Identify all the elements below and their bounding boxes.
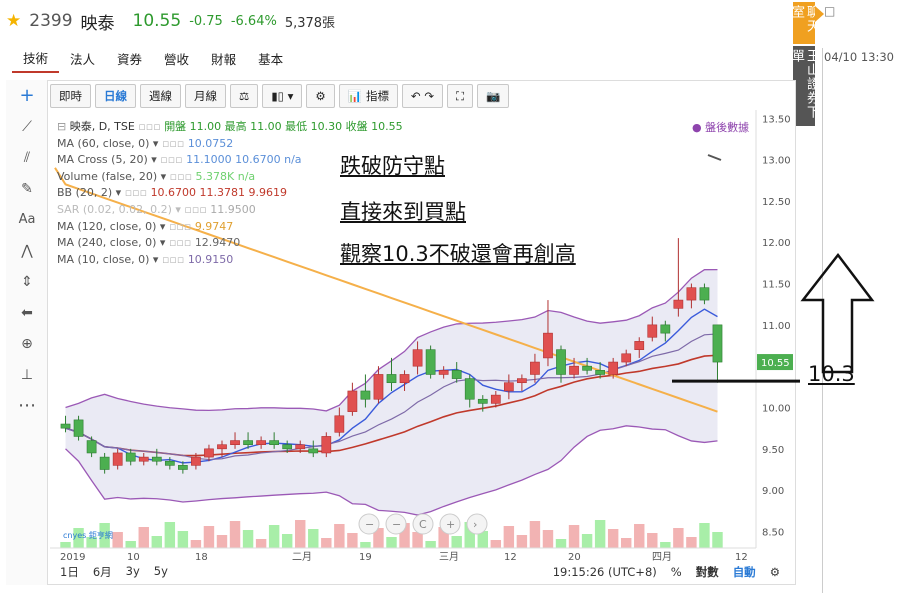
legend-ohlc: 開盤 11.00 最高 11.00 最低 10.30 收盤 10.55: [164, 120, 403, 133]
range-button-0[interactable]: 1日: [60, 564, 79, 580]
auto-toggle[interactable]: 自動: [733, 564, 756, 580]
intraday-button[interactable]: 即時: [50, 84, 91, 108]
log-toggle[interactable]: 對數: [696, 564, 719, 580]
indicator-icon: 📊: [347, 89, 363, 103]
range-button-2[interactable]: 3y: [126, 564, 140, 580]
indicator-label: 指標: [366, 89, 390, 103]
tab-4[interactable]: 財報: [200, 45, 247, 72]
volume-lots: 5,378張: [284, 15, 336, 31]
legend-row-value: 11.9500: [210, 202, 256, 216]
ruler-icon[interactable]: ⊥: [6, 359, 48, 390]
bottom-bar: 1日 6月 3y 5y 19:15:26 (UTC+8) % 對數 自動 ⚙: [50, 562, 790, 582]
legend-row-label: MA (60, close, 0) ▾: [57, 136, 162, 150]
chart-toolbar: 即時 日線 週線 月線 ⚖ ▮▯ ▾ ⚙ 📊 指標 ↶ ↷ ⛶ 📷: [50, 82, 510, 110]
legend-row-label: SAR (0.02, 0.02, 0.2) ▾: [57, 202, 185, 216]
annotation-level-label: 10.3: [808, 362, 855, 386]
legend-row-label: MA (240, close, 0) ▾: [57, 236, 169, 250]
daily-button[interactable]: 日線: [95, 84, 136, 108]
percent-toggle[interactable]: %: [671, 565, 682, 579]
camera-icon[interactable]: 📷: [477, 84, 510, 108]
weekly-button[interactable]: 週線: [140, 84, 181, 108]
tab-5[interactable]: 基本: [247, 45, 294, 72]
more-tools-icon[interactable]: ⋯: [6, 390, 48, 421]
clock: 19:15:26 (UTC+8): [552, 565, 657, 579]
trend-line-tool-icon[interactable]: ⟋: [6, 111, 48, 142]
last-price: 10.55: [132, 11, 182, 31]
drawing-toolbar: + ⟋ ⫽ ✎ Aa ⋀ ⇕ ⬅ ⊕ ⊥ ⋯: [6, 80, 48, 585]
legend-row-value: 11.1000 10.6700 n/a: [186, 153, 302, 167]
side-divider: [822, 48, 823, 593]
section-tabs: 技術 法人 資券 營收 財報 基本: [0, 44, 790, 73]
crosshair-tool-icon[interactable]: +: [6, 80, 48, 111]
monthly-button[interactable]: 月線: [185, 84, 226, 108]
after-hours-data-label[interactable]: ● 盤後數據: [692, 119, 749, 135]
text-tool-icon[interactable]: Aa: [6, 204, 48, 235]
annotation-line-2: 直接來到買點: [340, 200, 466, 224]
top-header: ★ 2399 映泰 10.55 -0.75 -6.64% 5,378張: [0, 0, 790, 42]
after-hours-dot-icon: ●: [692, 121, 702, 134]
legend-row-value: 5.378K n/a: [195, 169, 256, 183]
legend-row-label: MA (120, close, 0) ▾: [57, 219, 169, 233]
indicator-button[interactable]: 📊 指標: [338, 84, 399, 108]
legend-symbol: 映泰, D, TSE: [69, 120, 135, 133]
undo-icon[interactable]: ↶ ↷: [402, 84, 443, 108]
legend-row-value: 9.9747: [194, 219, 234, 233]
range-button-3[interactable]: 5y: [154, 564, 168, 580]
legend-row-value: 10.6700 11.3781 9.9619: [150, 186, 288, 200]
side-panel-edge: □: [824, 4, 836, 18]
legend-row-label: MA (10, close, 0) ▾: [57, 252, 162, 266]
legend-row-label: Volume (false, 20) ▾: [57, 169, 170, 183]
stock-name: 映泰: [80, 13, 115, 34]
legend-row-value: 10.9150: [187, 252, 234, 266]
tab-3[interactable]: 營收: [153, 45, 200, 72]
chat-expand-arrow-icon[interactable]: [815, 6, 824, 22]
annotation-line-1: 跌破防守點: [340, 154, 445, 178]
range-button-1[interactable]: 6月: [93, 564, 112, 580]
measure-tool-icon[interactable]: ⇕: [6, 266, 48, 297]
compare-scale-icon[interactable]: ⚖: [230, 84, 259, 108]
range-buttons: 1日 6月 3y 5y: [50, 564, 168, 580]
quote-datetime: 04/10 13:30: [824, 50, 894, 64]
legend-row-label: MA Cross (5, 20) ▾: [57, 153, 161, 167]
legend-row-value: 10.0752: [187, 136, 234, 150]
favorite-star-icon[interactable]: ★: [6, 11, 21, 31]
tab-2[interactable]: 資券: [106, 45, 153, 72]
stock-code: 2399: [29, 11, 73, 31]
esun-order-button[interactable]: 玉山證券下單: [789, 46, 819, 126]
price-change-percent: -6.64%: [230, 13, 277, 29]
legend-row-value: 12.9470: [194, 236, 241, 250]
annotation-line-3: 觀察10.3不破還會再創高: [340, 242, 576, 266]
tab-0[interactable]: 技術: [12, 44, 60, 73]
price-change: -0.75: [189, 13, 223, 29]
tab-1[interactable]: 法人: [59, 45, 106, 72]
back-arrow-icon[interactable]: ⬅: [6, 297, 48, 328]
candle-style-icon[interactable]: ▮▯ ▾: [262, 84, 303, 108]
up-arrow-icon: [800, 252, 875, 374]
fib-tool-icon[interactable]: ⫽: [6, 142, 48, 173]
legend-row-label: BB (20, 2) ▾: [57, 186, 125, 200]
fullscreen-icon[interactable]: ⛶: [446, 84, 474, 108]
brush-tool-icon[interactable]: ✎: [6, 173, 48, 204]
legend-main: ⊟ 映泰, D, TSE ▫▫▫ 開盤 11.00 最高 11.00 最低 10…: [57, 120, 403, 133]
pattern-tool-icon[interactable]: ⋀: [6, 235, 48, 266]
zoom-icon[interactable]: ⊕: [6, 328, 48, 359]
settings-gear-icon[interactable]: ⚙: [306, 84, 335, 108]
chat-room-button[interactable]: 聊天室: [789, 2, 819, 44]
after-hours-label: 盤後數據: [705, 121, 750, 134]
axis-settings-icon[interactable]: ⚙: [770, 565, 780, 579]
